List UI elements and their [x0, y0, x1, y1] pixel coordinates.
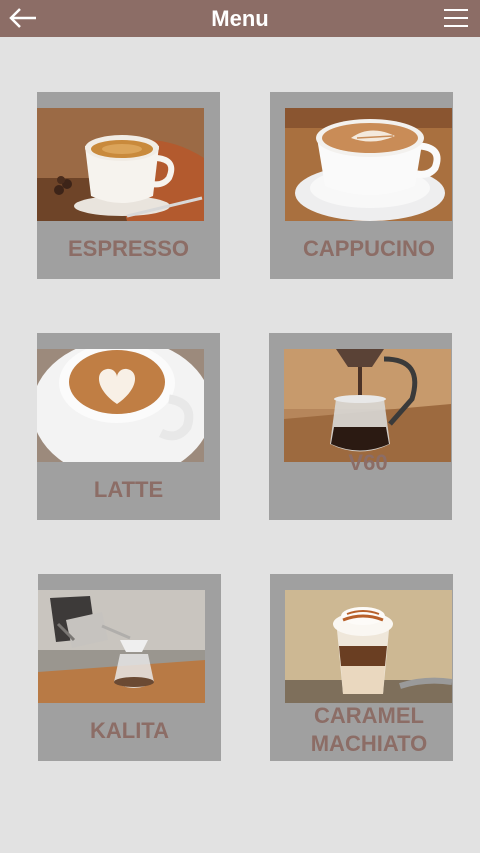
cappuccino-cup-photo	[285, 108, 452, 221]
menu-item-label: LATTE	[93, 477, 164, 502]
app-header: Menu	[0, 0, 480, 37]
menu-item-v60[interactable]: V60	[269, 333, 452, 520]
caramel-macchiato-glass-photo	[285, 590, 452, 703]
menu-item-label-line2: MACHIATO	[310, 731, 428, 756]
espresso-cup-photo	[37, 108, 204, 221]
kalita-kettle-pour-photo	[38, 590, 205, 703]
latte-art-heart-photo	[37, 349, 204, 462]
menu-item-espresso[interactable]: ESPRESSO	[37, 92, 220, 279]
menu-item-label-line1: CARAMEL	[314, 703, 424, 728]
hamburger-menu-icon	[444, 9, 468, 27]
menu-button[interactable]	[442, 5, 470, 31]
v60-pour-over-photo	[284, 349, 451, 462]
menu-item-label: KALITA	[89, 718, 170, 743]
menu-item-kalita[interactable]: KALITA	[38, 574, 221, 761]
menu-item-label: ESPRESSO	[67, 236, 190, 261]
menu-item-cappucino[interactable]: CAPPUCINO	[270, 92, 453, 279]
menu-item-label: V60	[348, 450, 388, 475]
menu-item-label: CARAMEL MACHIATO	[285, 702, 453, 758]
menu-item-label: CAPPUCINO	[302, 236, 435, 261]
menu-item-latte[interactable]: LATTE	[37, 333, 220, 520]
page-title: Menu	[211, 6, 269, 31]
menu-item-caramel-machiato[interactable]: CARAMEL MACHIATO	[270, 574, 453, 761]
